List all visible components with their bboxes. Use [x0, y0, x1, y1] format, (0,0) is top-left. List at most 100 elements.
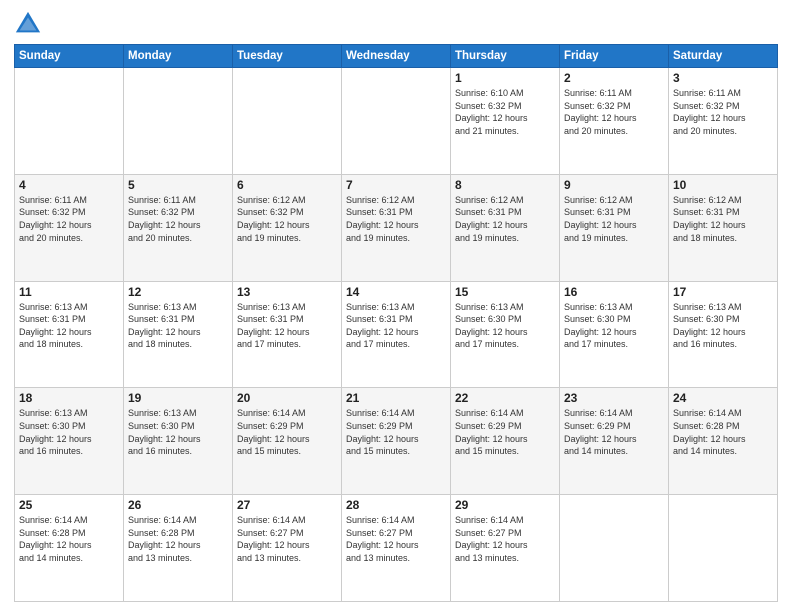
- day-info: Sunrise: 6:13 AM Sunset: 6:30 PM Dayligh…: [19, 407, 119, 457]
- calendar-cell: 3 Sunrise: 6:11 AM Sunset: 6:32 PM Daylig…: [669, 68, 778, 175]
- calendar-cell: 1Sunrise: 6:10 AM Sunset: 6:32 PM Daylig…: [451, 68, 560, 175]
- calendar-header-sunday: Sunday: [15, 45, 124, 68]
- calendar-cell: 21 Sunrise: 6:14 AM Sunset: 6:29 PM Dayli…: [342, 388, 451, 495]
- calendar-cell: 20 Sunrise: 6:14 AM Sunset: 6:29 PM Dayli…: [233, 388, 342, 495]
- day-info: Sunrise: 6:13 AM Sunset: 6:31 PM Dayligh…: [346, 301, 446, 351]
- day-info: Sunrise: 6:13 AM Sunset: 6:30 PM Dayligh…: [128, 407, 228, 457]
- day-info: Sunrise: 6:14 AM Sunset: 6:28 PM Dayligh…: [128, 514, 228, 564]
- day-number: 11: [19, 285, 119, 299]
- day-number: 14: [346, 285, 446, 299]
- day-info: Sunrise: 6:14 AM Sunset: 6:28 PM Dayligh…: [19, 514, 119, 564]
- calendar-week-4: 18 Sunrise: 6:13 AM Sunset: 6:30 PM Dayli…: [15, 388, 778, 495]
- day-info: Sunrise: 6:14 AM Sunset: 6:28 PM Dayligh…: [673, 407, 773, 457]
- day-number: 16: [564, 285, 664, 299]
- day-number: 24: [673, 391, 773, 405]
- page: SundayMondayTuesdayWednesdayThursdayFrid…: [0, 0, 792, 612]
- day-info: Sunrise: 6:14 AM Sunset: 6:27 PM Dayligh…: [237, 514, 337, 564]
- day-number: 4: [19, 178, 119, 192]
- day-info: Sunrise: 6:13 AM Sunset: 6:30 PM Dayligh…: [673, 301, 773, 351]
- day-number: 6: [237, 178, 337, 192]
- calendar-cell: [15, 68, 124, 175]
- day-number: 26: [128, 498, 228, 512]
- day-info: Sunrise: 6:14 AM Sunset: 6:29 PM Dayligh…: [237, 407, 337, 457]
- calendar-header-wednesday: Wednesday: [342, 45, 451, 68]
- day-number: 9: [564, 178, 664, 192]
- calendar-cell: 24 Sunrise: 6:14 AM Sunset: 6:28 PM Dayli…: [669, 388, 778, 495]
- day-info: Sunrise: 6:14 AM Sunset: 6:29 PM Dayligh…: [455, 407, 555, 457]
- day-info: Sunrise: 6:12 AM Sunset: 6:31 PM Dayligh…: [673, 194, 773, 244]
- day-number: 17: [673, 285, 773, 299]
- calendar-cell: 5 Sunrise: 6:11 AM Sunset: 6:32 PM Daylig…: [124, 174, 233, 281]
- calendar-cell: 17 Sunrise: 6:13 AM Sunset: 6:30 PM Dayli…: [669, 281, 778, 388]
- day-number: 2: [564, 71, 664, 85]
- day-number: 3: [673, 71, 773, 85]
- day-number: 29: [455, 498, 555, 512]
- calendar-cell: [342, 68, 451, 175]
- day-info: Sunrise: 6:12 AM Sunset: 6:31 PM Dayligh…: [564, 194, 664, 244]
- calendar-cell: [124, 68, 233, 175]
- day-info: Sunrise: 6:12 AM Sunset: 6:31 PM Dayligh…: [455, 194, 555, 244]
- calendar-header-monday: Monday: [124, 45, 233, 68]
- day-number: 12: [128, 285, 228, 299]
- day-info: Sunrise: 6:11 AM Sunset: 6:32 PM Dayligh…: [673, 87, 773, 137]
- calendar-week-3: 11 Sunrise: 6:13 AM Sunset: 6:31 PM Dayli…: [15, 281, 778, 388]
- calendar-cell: 22 Sunrise: 6:14 AM Sunset: 6:29 PM Dayli…: [451, 388, 560, 495]
- calendar-cell: 12 Sunrise: 6:13 AM Sunset: 6:31 PM Dayli…: [124, 281, 233, 388]
- calendar-cell: 29Sunrise: 6:14 AM Sunset: 6:27 PM Dayli…: [451, 495, 560, 602]
- calendar-cell: 27 Sunrise: 6:14 AM Sunset: 6:27 PM Dayli…: [233, 495, 342, 602]
- day-number: 8: [455, 178, 555, 192]
- calendar-cell: 23 Sunrise: 6:14 AM Sunset: 6:29 PM Dayli…: [560, 388, 669, 495]
- logo: [14, 10, 46, 38]
- calendar-cell: [669, 495, 778, 602]
- calendar-header-saturday: Saturday: [669, 45, 778, 68]
- day-info: Sunrise: 6:11 AM Sunset: 6:32 PM Dayligh…: [128, 194, 228, 244]
- day-info: Sunrise: 6:14 AM Sunset: 6:29 PM Dayligh…: [346, 407, 446, 457]
- day-info: Sunrise: 6:12 AM Sunset: 6:31 PM Dayligh…: [346, 194, 446, 244]
- calendar-week-2: 4 Sunrise: 6:11 AM Sunset: 6:32 PM Daylig…: [15, 174, 778, 281]
- calendar-cell: 9 Sunrise: 6:12 AM Sunset: 6:31 PM Daylig…: [560, 174, 669, 281]
- calendar-cell: [233, 68, 342, 175]
- calendar-cell: 16 Sunrise: 6:13 AM Sunset: 6:30 PM Dayli…: [560, 281, 669, 388]
- calendar-table: SundayMondayTuesdayWednesdayThursdayFrid…: [14, 44, 778, 602]
- calendar-header-thursday: Thursday: [451, 45, 560, 68]
- calendar-cell: 4 Sunrise: 6:11 AM Sunset: 6:32 PM Daylig…: [15, 174, 124, 281]
- calendar-cell: 19 Sunrise: 6:13 AM Sunset: 6:30 PM Dayli…: [124, 388, 233, 495]
- day-number: 5: [128, 178, 228, 192]
- calendar-cell: 8 Sunrise: 6:12 AM Sunset: 6:31 PM Daylig…: [451, 174, 560, 281]
- calendar-cell: 11Sunrise: 6:13 AM Sunset: 6:31 PM Dayli…: [15, 281, 124, 388]
- day-number: 13: [237, 285, 337, 299]
- calendar-cell: 7Sunrise: 6:12 AM Sunset: 6:31 PM Daylig…: [342, 174, 451, 281]
- day-info: Sunrise: 6:13 AM Sunset: 6:31 PM Dayligh…: [128, 301, 228, 351]
- calendar-cell: 26 Sunrise: 6:14 AM Sunset: 6:28 PM Dayli…: [124, 495, 233, 602]
- calendar-header-friday: Friday: [560, 45, 669, 68]
- header: [14, 10, 778, 38]
- day-number: 27: [237, 498, 337, 512]
- calendar-cell: 28Sunrise: 6:14 AM Sunset: 6:27 PM Dayli…: [342, 495, 451, 602]
- day-number: 23: [564, 391, 664, 405]
- day-info: Sunrise: 6:13 AM Sunset: 6:30 PM Dayligh…: [455, 301, 555, 351]
- day-info: Sunrise: 6:14 AM Sunset: 6:29 PM Dayligh…: [564, 407, 664, 457]
- logo-icon: [14, 10, 42, 38]
- calendar-cell: 2Sunrise: 6:11 AM Sunset: 6:32 PM Daylig…: [560, 68, 669, 175]
- day-info: Sunrise: 6:13 AM Sunset: 6:30 PM Dayligh…: [564, 301, 664, 351]
- calendar-header-tuesday: Tuesday: [233, 45, 342, 68]
- day-number: 18: [19, 391, 119, 405]
- day-info: Sunrise: 6:12 AM Sunset: 6:32 PM Dayligh…: [237, 194, 337, 244]
- calendar-week-1: 1Sunrise: 6:10 AM Sunset: 6:32 PM Daylig…: [15, 68, 778, 175]
- day-number: 10: [673, 178, 773, 192]
- calendar-cell: [560, 495, 669, 602]
- day-number: 1: [455, 71, 555, 85]
- day-info: Sunrise: 6:11 AM Sunset: 6:32 PM Dayligh…: [19, 194, 119, 244]
- day-number: 21: [346, 391, 446, 405]
- calendar-cell: 10 Sunrise: 6:12 AM Sunset: 6:31 PM Dayli…: [669, 174, 778, 281]
- day-number: 25: [19, 498, 119, 512]
- day-number: 19: [128, 391, 228, 405]
- day-info: Sunrise: 6:13 AM Sunset: 6:31 PM Dayligh…: [237, 301, 337, 351]
- calendar-cell: 6 Sunrise: 6:12 AM Sunset: 6:32 PM Daylig…: [233, 174, 342, 281]
- calendar-cell: 18 Sunrise: 6:13 AM Sunset: 6:30 PM Dayli…: [15, 388, 124, 495]
- day-info: Sunrise: 6:14 AM Sunset: 6:27 PM Dayligh…: [346, 514, 446, 564]
- calendar-week-5: 25 Sunrise: 6:14 AM Sunset: 6:28 PM Dayli…: [15, 495, 778, 602]
- day-number: 22: [455, 391, 555, 405]
- day-number: 20: [237, 391, 337, 405]
- day-number: 15: [455, 285, 555, 299]
